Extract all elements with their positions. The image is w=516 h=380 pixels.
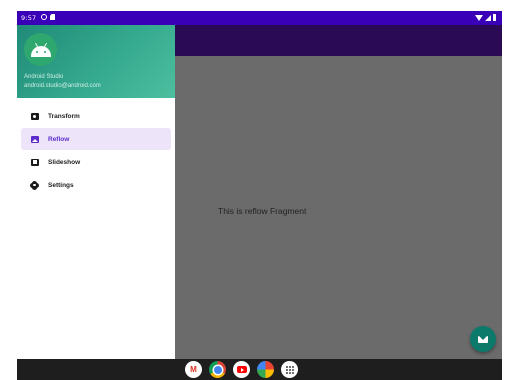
sd-card-icon <box>50 14 55 20</box>
menu-item-label: Transform <box>48 112 80 120</box>
user-email: android.studio@android.com <box>24 83 101 89</box>
status-bar: 9:57 <box>17 11 502 25</box>
photos-icon[interactable] <box>257 361 274 378</box>
status-icons-left <box>41 14 55 20</box>
menu-item-transform[interactable]: Transform <box>21 105 171 127</box>
camera-icon <box>30 112 39 121</box>
wifi-icon <box>475 14 483 21</box>
content-area: This is reflow Fragment <box>175 56 502 359</box>
menu-item-reflow[interactable]: Reflow <box>21 128 171 150</box>
signal-icon <box>485 14 491 21</box>
gear-icon <box>30 181 39 190</box>
battery-icon <box>493 14 496 21</box>
app-dock: M <box>185 361 298 378</box>
menu-item-settings[interactable]: Settings <box>21 174 171 196</box>
settings-circle-icon <box>41 14 47 20</box>
navigation-drawer: Android Studio android.studio@android.co… <box>17 25 175 359</box>
android-icon <box>30 46 51 57</box>
drawer-menu: Transform Reflow Slideshow Settings <box>17 105 175 197</box>
avatar <box>24 33 57 66</box>
status-time: 9:57 <box>21 14 37 22</box>
gmail-icon[interactable]: M <box>185 361 202 378</box>
menu-item-label: Settings <box>48 181 74 189</box>
device-screen: 9:57 This is reflow Fragment Android Stu… <box>17 11 502 380</box>
status-icons-right <box>475 14 496 21</box>
system-nav-bar: M <box>17 359 502 380</box>
drawer-header: Android Studio android.studio@android.co… <box>17 25 175 98</box>
user-name: Android Studio <box>24 74 64 80</box>
slideshow-icon <box>30 158 39 167</box>
email-fab-button[interactable] <box>470 326 496 352</box>
app-bar <box>175 25 502 56</box>
fragment-text: This is reflow Fragment <box>218 206 307 216</box>
menu-item-slideshow[interactable]: Slideshow <box>21 151 171 173</box>
menu-item-label: Slideshow <box>48 158 81 166</box>
mail-icon <box>478 335 488 343</box>
app-drawer-icon[interactable] <box>281 361 298 378</box>
youtube-icon[interactable] <box>233 361 250 378</box>
image-icon <box>30 135 39 144</box>
chrome-icon[interactable] <box>209 361 226 378</box>
menu-item-label: Reflow <box>48 135 70 143</box>
